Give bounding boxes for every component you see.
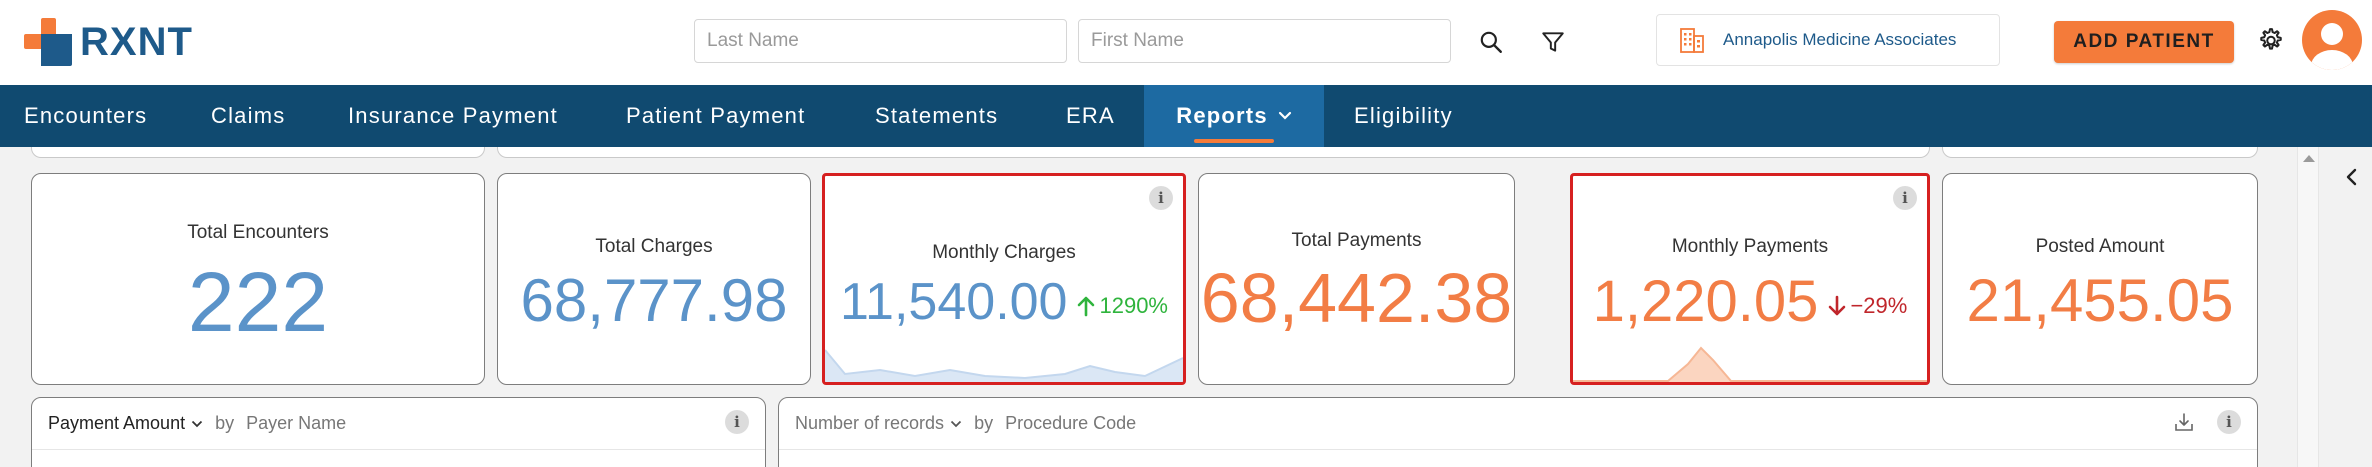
logo-cross-icon	[24, 18, 72, 66]
kpi-title: Total Encounters	[187, 222, 329, 243]
user-icon	[2311, 23, 2353, 70]
metric-label: Payment Amount	[48, 413, 186, 433]
nav-insurance-payment[interactable]: Insurance Payment	[348, 85, 558, 147]
kpi-total-encounters[interactable]: Total Encounters 222	[31, 173, 485, 385]
kpi-value-row: 1,220.05 −29%	[1573, 268, 1927, 335]
search-icon	[1480, 31, 1502, 53]
metric-selector[interactable]: Number of records	[795, 413, 962, 434]
arrow-down-icon	[1829, 295, 1846, 315]
first-name-input[interactable]	[1078, 19, 1451, 63]
change-indicator: −29%	[1828, 293, 1907, 319]
main-nav: Encounters Claims Insurance Payment Pati…	[0, 85, 2372, 147]
nav-label: ERA	[1066, 103, 1115, 128]
kpi-value: 222	[187, 255, 329, 349]
nav-statements[interactable]: Statements	[875, 85, 998, 147]
arrow-up-icon	[1078, 296, 1095, 317]
nav-encounters[interactable]: Encounters	[24, 85, 147, 147]
chevron-down-icon	[950, 420, 962, 427]
kpi-value-row: 11,540.00 1290%	[825, 272, 1183, 332]
payment-amount-panel: Payment Amount by Payer Name i	[31, 397, 766, 467]
nav-eligibility[interactable]: Eligibility	[1354, 85, 1453, 147]
chevron-left-icon	[2346, 168, 2357, 186]
scroll-up-icon[interactable]	[2303, 155, 2315, 162]
nav-patient-payment[interactable]: Patient Payment	[626, 85, 805, 147]
kpi-title: Monthly Charges	[932, 242, 1076, 263]
by-label: by	[215, 413, 235, 433]
kpi-value: 1,220.05	[1592, 269, 1819, 334]
panel-header: Payment Amount by Payer Name i	[32, 398, 765, 450]
previous-card-edge	[31, 147, 485, 158]
kpi-monthly-payments[interactable]: i Monthly Payments 1,220.05 −29%	[1570, 173, 1930, 385]
info-icon[interactable]: i	[1149, 186, 1173, 210]
settings-button[interactable]	[2250, 21, 2290, 61]
nav-label: Encounters	[24, 103, 148, 128]
collapse-panel-button[interactable]	[2344, 167, 2358, 192]
nav-label: Reports	[1176, 103, 1268, 128]
kpi-monthly-charges[interactable]: i Monthly Charges 11,540.00 1290%	[822, 173, 1186, 385]
practice-name: Annapolis Medicine Associates	[1723, 30, 1957, 49]
user-avatar[interactable]	[2302, 10, 2362, 70]
previous-card-edge	[1942, 147, 2258, 158]
download-icon[interactable]	[2173, 411, 2195, 433]
kpi-value: 68,777.98	[520, 267, 788, 334]
kpi-posted-amount[interactable]: Posted Amount 21,455.05	[1942, 173, 2258, 385]
top-header: RXNT Annapolis Medicine Associates ADD P…	[0, 0, 2372, 85]
kpi-title: Monthly Payments	[1671, 236, 1829, 257]
nav-reports[interactable]: Reports	[1144, 85, 1324, 147]
last-name-input[interactable]	[694, 19, 1067, 63]
rxnt-logo[interactable]: RXNT	[24, 18, 193, 66]
search-button[interactable]	[1471, 22, 1511, 62]
nav-era[interactable]: ERA	[1066, 85, 1115, 147]
by-label: by	[974, 413, 994, 433]
nav-claims[interactable]: Claims	[211, 85, 285, 147]
change-indicator: 1290%	[1077, 293, 1168, 319]
gear-icon	[2260, 28, 2282, 50]
nav-label: Claims	[211, 103, 286, 128]
practice-selector[interactable]: Annapolis Medicine Associates	[1656, 14, 2000, 66]
kpi-title: Posted Amount	[2035, 236, 2165, 257]
filter-icon	[1542, 32, 1564, 52]
add-patient-button[interactable]: ADD PATIENT	[2054, 21, 2234, 63]
sparkline-chart	[825, 349, 1183, 382]
metric-label: Number of records	[795, 413, 945, 433]
kpi-value: 68,442.38	[1200, 259, 1513, 337]
chevron-down-icon	[191, 420, 203, 427]
kpi-title: Total Charges	[595, 236, 713, 257]
info-icon[interactable]: i	[2217, 410, 2241, 434]
kpi-title: Total Payments	[1291, 230, 1422, 251]
active-tab-indicator	[1194, 139, 1274, 143]
info-icon[interactable]: i	[725, 410, 749, 434]
procedure-records-panel: Number of records by Procedure Code i	[778, 397, 2258, 467]
nav-label: Statements	[875, 103, 999, 128]
filter-button[interactable]	[1533, 22, 1573, 62]
dimension-label[interactable]: Payer Name	[246, 413, 346, 434]
kpi-total-charges[interactable]: Total Charges 68,777.98	[497, 173, 811, 385]
chevron-down-icon	[1278, 111, 1292, 121]
panel-header: Number of records by Procedure Code i	[779, 398, 2257, 450]
dimension-label[interactable]: Procedure Code	[1005, 413, 1136, 434]
brand-name: RXNT	[80, 19, 193, 64]
metric-selector[interactable]: Payment Amount	[48, 413, 203, 434]
nav-label: Insurance Payment	[348, 103, 558, 128]
change-value: −29%	[1850, 292, 1908, 318]
nav-label: Patient Payment	[626, 103, 806, 128]
kpi-total-payments[interactable]: Total Payments 68,442.38	[1198, 173, 1515, 385]
scrollbar[interactable]	[2297, 147, 2319, 467]
info-icon[interactable]: i	[1893, 186, 1917, 210]
building-icon	[1680, 28, 1704, 53]
change-value: 1290%	[1099, 293, 1168, 318]
nav-label: Eligibility	[1354, 103, 1453, 128]
reports-dashboard: Total Encounters 222 Total Charges 68,77…	[0, 147, 2372, 467]
kpi-value: 21,455.05	[1966, 267, 2234, 334]
previous-card-edge	[497, 147, 1930, 158]
sparkline-chart	[1573, 346, 1927, 382]
kpi-value: 11,540.00	[840, 273, 1068, 331]
